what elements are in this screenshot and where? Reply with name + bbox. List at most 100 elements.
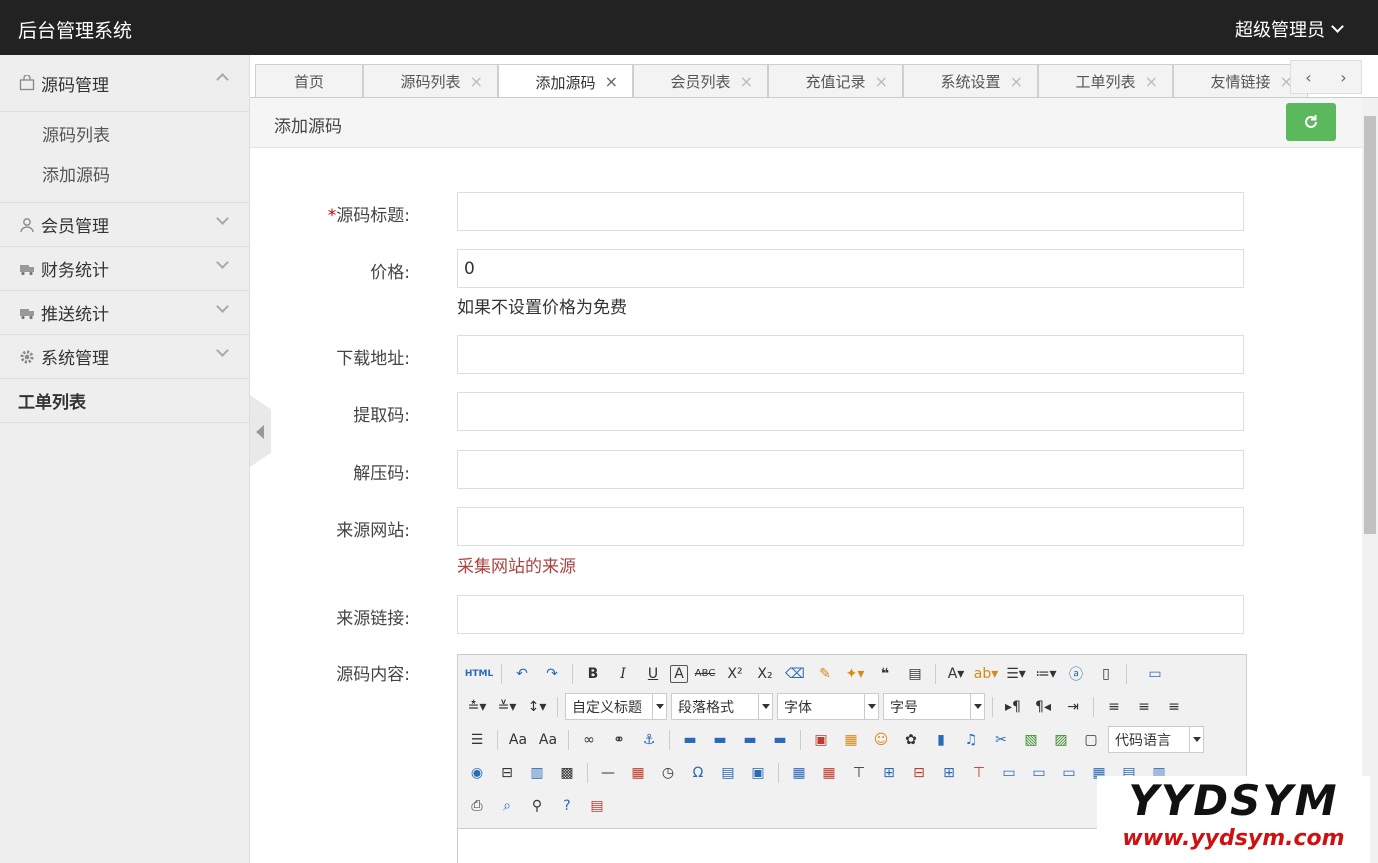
unordered-list-icon[interactable]: ≔▾: [1033, 662, 1059, 686]
paste-plain-icon[interactable]: ▤: [902, 662, 928, 686]
search-icon[interactable]: ⌕: [494, 794, 520, 818]
sidebar-item-add-source[interactable]: 添加源码: [0, 156, 249, 196]
font-size-select[interactable]: 字号: [883, 693, 985, 720]
close-icon[interactable]: ×: [605, 72, 618, 91]
align-justify-icon[interactable]: ☰: [464, 728, 490, 752]
insert-col-icon[interactable]: ⊞: [936, 761, 962, 785]
sidebar-group-source[interactable]: 源码管理: [0, 55, 249, 112]
preview-icon[interactable]: ▭: [1142, 662, 1168, 686]
paragraph-format-select[interactable]: 段落格式: [671, 693, 773, 720]
rtl-icon[interactable]: ¶◂: [1030, 695, 1056, 719]
tab-system-settings[interactable]: 系统设置 ×: [903, 64, 1038, 97]
gmap-icon[interactable]: ▨: [1048, 728, 1074, 752]
ordered-list-icon[interactable]: ☰▾: [1003, 662, 1029, 686]
refresh-button[interactable]: [1286, 103, 1336, 141]
highlight-color-icon[interactable]: ab▾: [973, 662, 999, 686]
background-icon[interactable]: ▩: [554, 761, 580, 785]
close-icon[interactable]: ×: [470, 72, 483, 91]
superscript-icon[interactable]: X²: [722, 662, 748, 686]
attachment-icon[interactable]: ✂: [988, 728, 1014, 752]
download-url-input[interactable]: [457, 335, 1244, 374]
tab-add-source[interactable]: 添加源码 ×: [498, 64, 633, 97]
image-right-icon[interactable]: ▬: [737, 728, 763, 752]
source-site-input[interactable]: [457, 507, 1244, 546]
row-spacing-top-icon[interactable]: ≛▾: [464, 695, 490, 719]
merge-down-icon[interactable]: ▭: [1056, 761, 1082, 785]
clear-doc-icon[interactable]: ▯: [1093, 662, 1119, 686]
uppercase-icon[interactable]: Aa: [505, 728, 531, 752]
web-app-icon[interactable]: ◉: [464, 761, 490, 785]
italic-icon[interactable]: I: [610, 662, 636, 686]
blockquote-icon[interactable]: ❝: [872, 662, 898, 686]
tab-source-list[interactable]: 源码列表 ×: [363, 64, 498, 97]
insert-table-icon[interactable]: ▦: [786, 761, 812, 785]
tab-ticket-list[interactable]: 工单列表 ×: [1038, 64, 1173, 97]
delete-row-icon[interactable]: ⊟: [906, 761, 932, 785]
font-border-icon[interactable]: A: [670, 664, 688, 683]
auto-format-icon[interactable]: ✦▾: [842, 662, 868, 686]
source-link-input[interactable]: [457, 595, 1244, 634]
align-left-icon[interactable]: ≡: [1101, 695, 1127, 719]
title-input[interactable]: [457, 192, 1244, 231]
format-brush-icon[interactable]: ✎: [812, 662, 838, 686]
image-center-icon[interactable]: ▬: [767, 728, 793, 752]
close-icon[interactable]: ×: [740, 72, 753, 91]
close-icon[interactable]: ×: [1145, 72, 1158, 91]
page-break-icon[interactable]: ⊟: [494, 761, 520, 785]
price-input[interactable]: [457, 249, 1244, 288]
insert-frame-icon[interactable]: ▢: [1078, 728, 1104, 752]
close-icon[interactable]: ×: [875, 72, 888, 91]
simple-upload-icon[interactable]: ▣: [808, 728, 834, 752]
delete-table-icon[interactable]: ▦: [816, 761, 842, 785]
sidebar-group-members[interactable]: 会员管理: [0, 203, 249, 247]
sidebar-group-push[interactable]: 推送统计: [0, 291, 249, 335]
drafts-icon[interactable]: ▤: [584, 794, 610, 818]
sidebar-item-source-list[interactable]: 源码列表: [0, 116, 249, 156]
align-center-icon[interactable]: ≡: [1131, 695, 1157, 719]
emotion-icon[interactable]: ☺: [868, 728, 894, 752]
lowercase-icon[interactable]: Aa: [535, 728, 561, 752]
eraser-icon[interactable]: ⌫: [782, 662, 808, 686]
insert-video-icon[interactable]: ▮: [928, 728, 954, 752]
indent-icon[interactable]: ⇥: [1060, 695, 1086, 719]
horizontal-rule-icon[interactable]: —: [595, 761, 621, 785]
tab-home[interactable]: 首页: [255, 64, 363, 97]
word-image-icon[interactable]: ▣: [745, 761, 771, 785]
time-icon[interactable]: ◷: [655, 761, 681, 785]
row-spacing-bottom-icon[interactable]: ≚▾: [494, 695, 520, 719]
tab-recharge-records[interactable]: 充值记录 ×: [768, 64, 903, 97]
code-language-select[interactable]: 代码语言: [1108, 726, 1204, 753]
tab-scroll-right-button[interactable]: ›: [1326, 61, 1361, 93]
strikethrough-icon[interactable]: ABC: [692, 662, 718, 686]
ltr-icon[interactable]: ▸¶: [1000, 695, 1026, 719]
merge-right-icon[interactable]: ▭: [1026, 761, 1052, 785]
page-scrollbar[interactable]: [1362, 98, 1378, 863]
bold-icon[interactable]: B: [580, 662, 606, 686]
sidebar-group-finance[interactable]: 财务统计: [0, 247, 249, 291]
insert-image-icon[interactable]: ▦: [838, 728, 864, 752]
tab-friend-links[interactable]: 友情链接 ×: [1173, 64, 1308, 97]
subscript-icon[interactable]: X₂: [752, 662, 778, 686]
sidebar-item-tickets[interactable]: 工单列表: [0, 379, 249, 423]
snap-screen-icon[interactable]: ▤: [715, 761, 741, 785]
music-icon[interactable]: ♫: [958, 728, 984, 752]
template-icon[interactable]: ▥: [524, 761, 550, 785]
redo-icon[interactable]: ↷: [539, 662, 565, 686]
image-left-icon[interactable]: ▬: [707, 728, 733, 752]
line-height-icon[interactable]: ↕▾: [524, 695, 550, 719]
undo-icon[interactable]: ↶: [509, 662, 535, 686]
font-color-icon[interactable]: A▾: [943, 662, 969, 686]
insert-paragraph-before-table-icon[interactable]: ⊤: [846, 761, 872, 785]
user-menu[interactable]: 超级管理员: [1235, 16, 1344, 42]
scrawl-icon[interactable]: ✿: [898, 728, 924, 752]
font-family-select[interactable]: 字体: [777, 693, 879, 720]
custom-heading-select[interactable]: 自定义标题: [565, 693, 667, 720]
map-icon[interactable]: ▧: [1018, 728, 1044, 752]
close-icon[interactable]: ×: [1010, 72, 1023, 91]
search-replace-icon[interactable]: ⚲: [524, 794, 550, 818]
print-icon[interactable]: ⎙: [464, 794, 490, 818]
tab-scroll-left-button[interactable]: ‹: [1291, 61, 1326, 93]
sidebar-group-system[interactable]: 系统管理: [0, 335, 249, 379]
merge-cells-icon[interactable]: ▭: [996, 761, 1022, 785]
help-icon[interactable]: ?: [554, 794, 580, 818]
